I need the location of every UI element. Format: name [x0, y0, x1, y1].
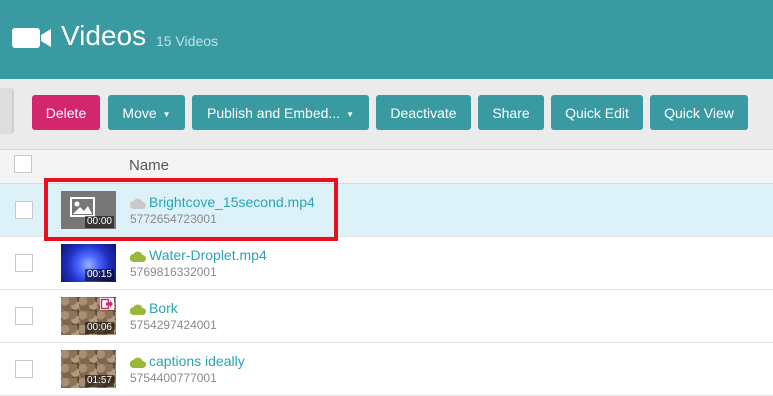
caret-down-icon: ▼ [346, 110, 354, 119]
video-camera-icon [12, 28, 51, 48]
share-button[interactable]: Share [478, 95, 544, 130]
row-checkbox[interactable] [15, 360, 33, 378]
cloud-inactive-icon [130, 198, 146, 209]
publish-embed-button[interactable]: Publish and Embed... ▼ [192, 95, 369, 130]
quick-edit-button-label: Quick Edit [565, 104, 629, 121]
video-name-link[interactable]: Water-Droplet.mp4 [149, 247, 267, 263]
duration-badge: 00:06 [84, 322, 114, 334]
share-button-label: Share [492, 104, 530, 121]
duration-badge: 01:57 [84, 375, 114, 387]
video-thumbnail[interactable]: 00:00 [61, 191, 116, 229]
video-id: 5772654723001 [130, 212, 217, 226]
video-thumbnail[interactable]: 00:06 [61, 297, 116, 335]
cloud-active-icon [130, 251, 146, 262]
cloud-active-icon [130, 304, 146, 315]
select-all-checkbox[interactable] [14, 155, 32, 173]
video-thumbnail[interactable]: 01:57 [61, 350, 116, 388]
video-id: 5754297424001 [130, 318, 217, 332]
table-row[interactable]: 00:06 Bork 5754297424001 [0, 290, 773, 343]
move-button[interactable]: Move ▼ [108, 95, 185, 130]
row-checkbox[interactable] [15, 201, 33, 219]
caret-down-icon: ▼ [162, 110, 171, 119]
duration-badge: 00:15 [84, 269, 114, 281]
table-row[interactable]: 00:00 Brightcove_15second.mp4 5772654723… [0, 184, 773, 237]
page-title: Videos [61, 20, 147, 51]
quick-edit-button[interactable]: Quick Edit [551, 95, 643, 130]
deactivate-button-label: Deactivate [390, 104, 457, 121]
sidebar-toggle-handle[interactable] [0, 88, 14, 134]
page-header: Videos 15 Videos [0, 0, 773, 79]
video-id: 5754400777001 [130, 371, 217, 385]
table-row[interactable]: 01:57 captions ideally 5754400777001 [0, 343, 773, 396]
move-button-label: Move [122, 104, 157, 121]
video-thumbnail[interactable]: 00:15 [61, 244, 116, 282]
table-header [0, 149, 773, 184]
table-row[interactable]: 00:15 Water-Droplet.mp4 5769816332001 [0, 237, 773, 290]
video-name-link[interactable]: captions ideally [149, 353, 245, 369]
video-count: 15 Videos [156, 33, 219, 49]
row-checkbox[interactable] [15, 307, 33, 325]
quick-view-button[interactable]: Quick View [650, 95, 748, 130]
shared-video-icon [100, 298, 114, 310]
video-id: 5769816332001 [130, 265, 217, 279]
delete-button[interactable]: Delete [32, 95, 100, 130]
cloud-active-icon [130, 357, 146, 368]
video-name-link[interactable]: Brightcove_15second.mp4 [149, 194, 315, 210]
row-checkbox[interactable] [15, 254, 33, 272]
publish-button-label: Publish and Embed... [206, 104, 341, 121]
duration-badge: 00:00 [84, 216, 114, 228]
quick-view-button-label: Quick View [664, 104, 734, 121]
delete-button-label: Delete [45, 104, 87, 121]
name-column-header[interactable]: Name [129, 157, 169, 174]
video-name-link[interactable]: Bork [149, 300, 178, 316]
deactivate-button[interactable]: Deactivate [376, 95, 471, 130]
